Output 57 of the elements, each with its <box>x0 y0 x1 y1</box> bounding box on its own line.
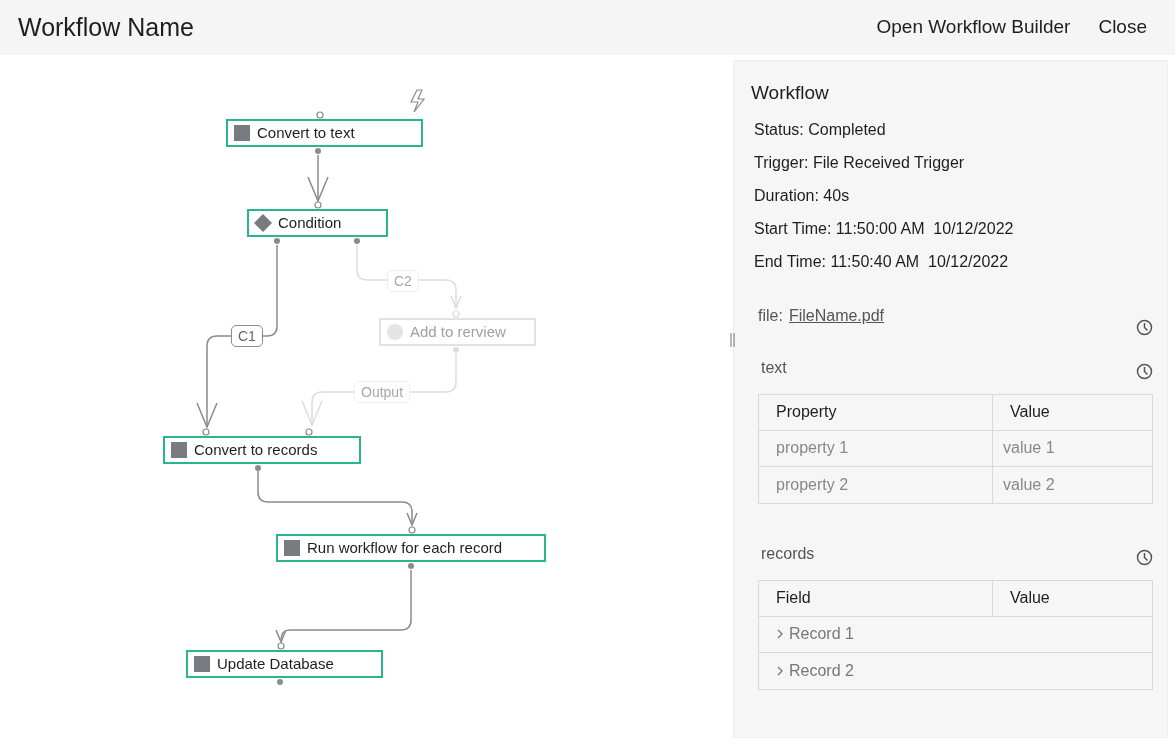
output-port[interactable] <box>274 238 280 244</box>
diamond-icon <box>254 214 272 232</box>
square-icon <box>193 655 211 673</box>
detail-text: Trigger: File Received Trigger <box>754 152 966 173</box>
column-header: Field <box>759 580 993 616</box>
detail-text: Start Time: 11:50:00 AM 10/12/2022 <box>754 218 1015 239</box>
detail-text: Status: Completed <box>754 119 887 140</box>
input-port[interactable] <box>305 428 313 436</box>
clock-icon[interactable] <box>1136 548 1153 566</box>
edge-label: C1 <box>231 325 263 347</box>
column-header: Property <box>759 394 993 430</box>
column-header: Value <box>1009 402 1051 422</box>
workflow-node[interactable]: Run workflow for each record <box>276 534 546 562</box>
workflow-node[interactable]: Convert to records <box>163 436 361 464</box>
table-cell: property 1 <box>759 430 993 466</box>
connector-arrow <box>307 154 329 203</box>
expandable-row[interactable]: Record 2 <box>759 652 1152 689</box>
expandable-row[interactable]: Record 1 <box>759 616 1152 653</box>
circle-icon <box>386 323 404 341</box>
header-button[interactable]: Close <box>1098 13 1147 42</box>
square-icon <box>283 539 301 557</box>
chevron-icon[interactable] <box>776 665 784 676</box>
input-port[interactable] <box>316 111 324 119</box>
square-icon <box>170 441 188 459</box>
clock-icon[interactable] <box>1136 318 1153 336</box>
panel-title: Workflow <box>751 81 830 105</box>
table-cell-text: value 1 <box>1002 438 1056 458</box>
table-cell: property 2 <box>759 466 993 503</box>
file-label: file: <box>758 305 783 326</box>
output-port[interactable] <box>315 148 321 154</box>
file-link[interactable]: FileName.pdf <box>788 303 885 328</box>
lightning-icon <box>410 89 426 113</box>
output-port[interactable] <box>408 563 414 569</box>
output-port[interactable] <box>354 238 360 244</box>
chevron-icon[interactable] <box>776 629 784 639</box>
output-port[interactable] <box>277 679 283 685</box>
input-port[interactable] <box>202 428 210 436</box>
clock-icon[interactable] <box>1136 362 1153 380</box>
header-button[interactable]: Open Workflow Builder <box>876 13 1071 42</box>
input-port[interactable] <box>408 526 416 534</box>
workflow-node[interactable]: Convert to text <box>226 119 423 147</box>
detail-text: Duration: 40s <box>754 185 851 206</box>
table-cell-text: value 2 <box>1002 474 1056 495</box>
column-header: Value <box>1009 588 1051 608</box>
section-title: text <box>761 357 787 378</box>
window-title: Workflow Name <box>18 11 194 43</box>
input-port[interactable] <box>277 642 285 650</box>
detail-text: End Time: 11:50:40 AM 10/12/2022 <box>754 251 1010 272</box>
workflow-node[interactable]: Condition <box>247 209 388 237</box>
input-port[interactable] <box>314 201 322 209</box>
section-title: records <box>761 543 815 564</box>
square-icon <box>233 124 251 142</box>
edge-label: C2 <box>387 270 419 292</box>
workflow-node[interactable]: Update Database <box>186 650 383 678</box>
edge-label: Output <box>354 381 411 403</box>
output-port[interactable] <box>255 465 261 471</box>
resize-handle-icon[interactable] <box>730 333 736 347</box>
